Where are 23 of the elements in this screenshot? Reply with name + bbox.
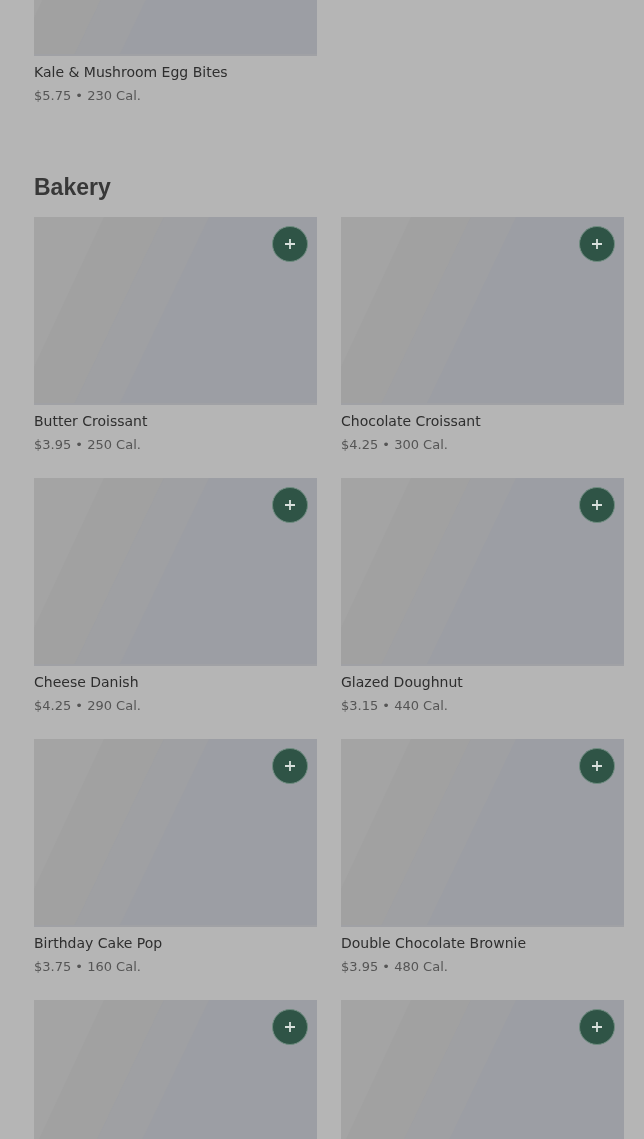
price-calories: $4.25 • 300 Cal. (341, 436, 449, 454)
price-calories: $3.15 • 440 Cal. (341, 697, 449, 715)
plus-icon (284, 1021, 296, 1033)
item-name[interactable]: Birthday Cake Pop (34, 934, 317, 952)
plus-icon (591, 499, 603, 511)
price-calories: $3.95 • 480 Cal. (341, 958, 449, 976)
plus-icon (591, 760, 603, 772)
price-calories: $3.95 • 250 Cal. (34, 436, 142, 454)
item-name[interactable]: Cheese Danish (34, 673, 317, 691)
item-name[interactable]: Double Chocolate Brownie (341, 934, 624, 952)
section-heading: Bakery (34, 173, 112, 201)
item-name[interactable]: Butter Croissant (34, 412, 317, 430)
plus-icon (591, 238, 603, 250)
price-calories: $3.75 • 160 Cal. (34, 958, 142, 976)
plus-icon (284, 760, 296, 772)
plus-icon (284, 238, 296, 250)
item-name[interactable]: Glazed Doughnut (341, 673, 624, 691)
price-calories: $5.75 • 230 Cal. (34, 87, 142, 105)
plus-icon (284, 499, 296, 511)
plus-icon (591, 1021, 603, 1033)
price-calories: $4.25 • 290 Cal. (34, 697, 142, 715)
item-name[interactable]: Chocolate Croissant (341, 412, 624, 430)
item-name[interactable]: Kale & Mushroom Egg Bites (34, 63, 317, 81)
